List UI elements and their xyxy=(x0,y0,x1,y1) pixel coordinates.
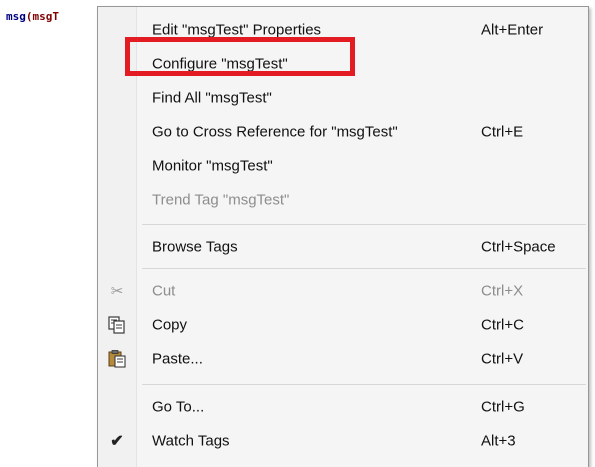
menu-separator xyxy=(142,268,586,269)
menu-item-monitor[interactable]: Monitor "msgTest" xyxy=(98,149,588,183)
menu-item-find-all[interactable]: Find All "msgTest" xyxy=(98,81,588,115)
menu-item-label: Paste... xyxy=(152,350,203,368)
code-argument: msgT xyxy=(32,10,60,23)
menu-item-label: Cut xyxy=(152,282,176,300)
menu-item-label: Edit "msgTest" Properties xyxy=(152,21,322,39)
menu-item-browse-tags[interactable]: Browse Tags Ctrl+Space xyxy=(98,230,588,264)
menu-item-label: Watch Tags xyxy=(152,432,230,450)
menu-item-label: Browse Tags xyxy=(152,238,238,256)
menu-item-shortcut: Ctrl+C xyxy=(481,316,524,334)
menu-item-label: Monitor "msgTest" xyxy=(152,157,273,175)
menu-item-cut: ✂ Cut Ctrl+X xyxy=(98,274,588,308)
scissors-icon: ✂ xyxy=(110,283,124,300)
menu-item-trend-tag: Trend Tag "msgTest" xyxy=(98,183,588,217)
menu-item-label: Copy xyxy=(152,316,188,334)
code-function-name: msg xyxy=(6,10,26,23)
menu-item-shortcut: Ctrl+Space xyxy=(481,238,556,256)
menu-item-shortcut: Ctrl+G xyxy=(481,398,525,416)
menu-item-paste[interactable]: Paste... Ctrl+V xyxy=(98,342,588,376)
code-snippet: msg(msgT xyxy=(6,10,59,23)
menu-item-shortcut: Ctrl+X xyxy=(481,282,524,300)
menu-item-go-to[interactable]: Go To... Ctrl+G xyxy=(98,390,588,424)
menu-item-label: Find All "msgTest" xyxy=(152,89,272,107)
menu-item-label: Go To... xyxy=(152,398,205,416)
menu-item-shortcut: Alt+3 xyxy=(481,432,516,450)
checkmark-icon: ✔ xyxy=(110,433,124,450)
menu-item-shortcut: Alt+Enter xyxy=(481,21,544,39)
copy-icon xyxy=(108,316,126,334)
menu-item-cross-reference[interactable]: Go to Cross Reference for "msgTest" Ctrl… xyxy=(98,115,588,149)
menu-separator xyxy=(142,384,586,385)
highlight-annotation-box xyxy=(125,37,355,76)
code-paren: ( xyxy=(25,10,33,23)
menu-item-label: Trend Tag "msgTest" xyxy=(152,191,290,209)
menu-item-shortcut: Ctrl+E xyxy=(481,123,524,141)
menu-item-shortcut: Ctrl+V xyxy=(481,350,524,368)
menu-item-watch-tags[interactable]: ✔ Watch Tags Alt+3 xyxy=(98,424,588,458)
menu-item-label: Go to Cross Reference for "msgTest" xyxy=(152,123,398,141)
menu-separator xyxy=(142,224,586,225)
paste-icon xyxy=(108,350,126,368)
menu-item-copy[interactable]: Copy Ctrl+C xyxy=(98,308,588,342)
